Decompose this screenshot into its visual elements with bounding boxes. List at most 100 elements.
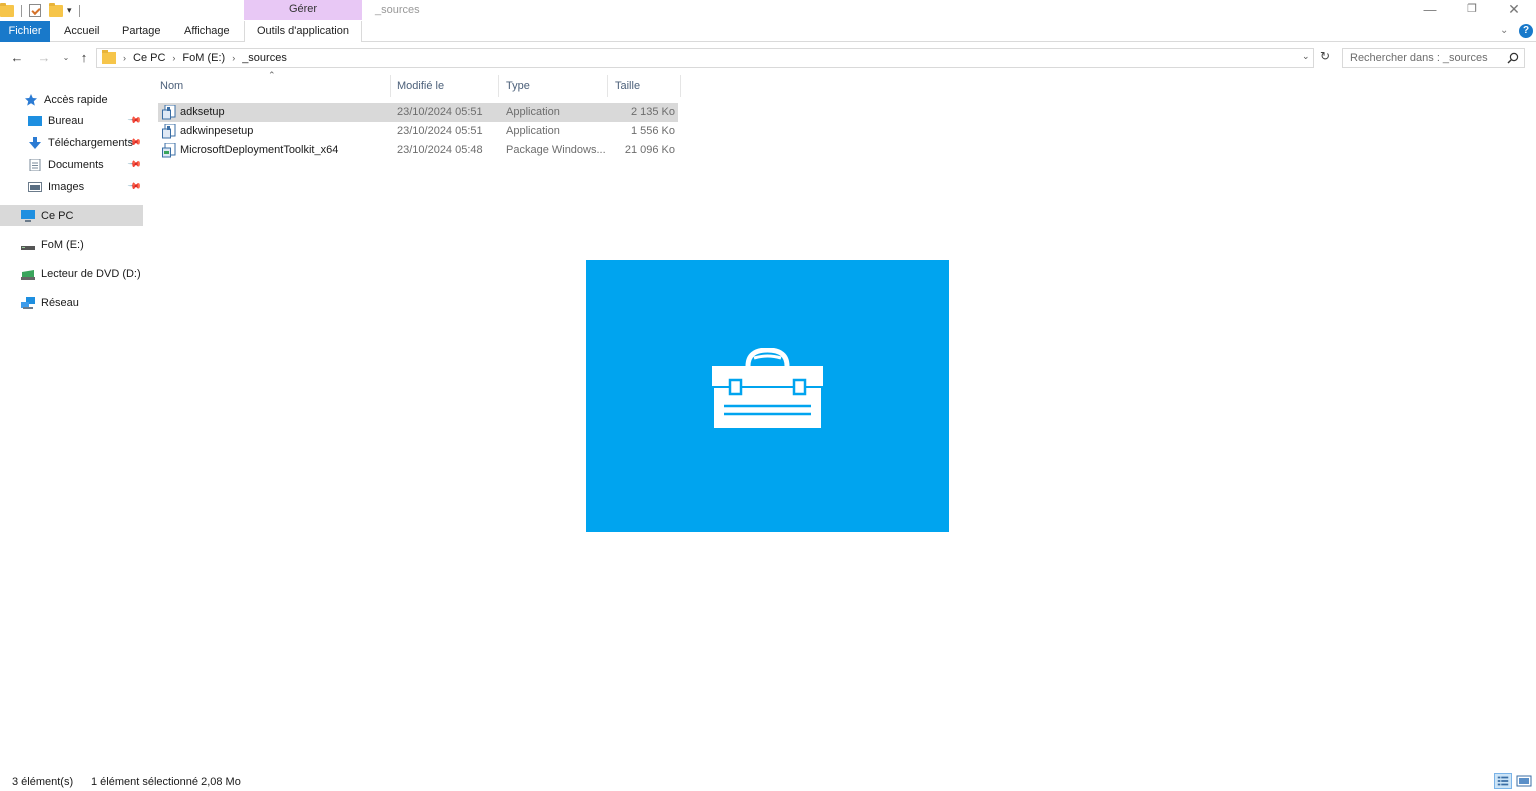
file-name-cell: MicrosoftDeploymentToolkit_x64 bbox=[162, 141, 338, 160]
file-size: 1 556 Ko bbox=[630, 125, 675, 137]
file-row[interactable]: MicrosoftDeploymentToolkit_x64 23/10/202… bbox=[158, 141, 678, 160]
toolbar-separator bbox=[21, 4, 22, 17]
column-size[interactable]: Taille bbox=[612, 75, 680, 97]
customize-toolbar-icon[interactable]: ▾ bbox=[67, 5, 72, 16]
toolbar-separator bbox=[78, 4, 80, 17]
nav-label: Documents bbox=[48, 158, 104, 171]
pin-icon[interactable]: 📌 bbox=[127, 113, 142, 129]
breadcrumb-sources[interactable]: _sources bbox=[242, 52, 287, 64]
pictures-icon bbox=[28, 181, 42, 192]
nav-label: Accès rapide bbox=[44, 93, 108, 106]
preview-pane bbox=[586, 260, 949, 532]
search-icon[interactable] bbox=[1507, 52, 1519, 64]
nav-label: Lecteur de DVD (D:) S bbox=[41, 267, 143, 280]
nav-pictures[interactable]: Images 📌 bbox=[0, 176, 143, 197]
refresh-icon[interactable]: ↻ bbox=[1318, 49, 1332, 65]
breadcrumb-this-pc[interactable]: Ce PC bbox=[133, 52, 165, 64]
file-name: MicrosoftDeploymentToolkit_x64 bbox=[180, 144, 339, 156]
nav-label: Réseau bbox=[41, 296, 79, 309]
item-count: 3 élément(s) bbox=[12, 776, 74, 788]
file-name: adkwinpesetup bbox=[180, 125, 254, 137]
column-name[interactable]: Nom bbox=[157, 75, 390, 97]
status-bar: 3 élément(s) 1 élément sélectionné 2,08 … bbox=[0, 772, 1536, 791]
file-modified: 23/10/2024 05:51 bbox=[397, 106, 483, 118]
contextual-group-manage: Gérer bbox=[244, 0, 362, 20]
tab-application-tools[interactable]: Outils d'application bbox=[244, 21, 362, 42]
nav-this-pc[interactable]: Ce PC bbox=[0, 205, 143, 226]
nav-dvd-drive[interactable]: Lecteur de DVD (D:) S bbox=[0, 263, 143, 284]
computer-icon bbox=[21, 209, 35, 222]
title-bar: ▾ Gérer _sources — ❐ ✕ bbox=[0, 0, 1536, 21]
installer-package-icon bbox=[162, 143, 176, 158]
column-type[interactable]: Type bbox=[503, 75, 607, 97]
expand-ribbon-icon[interactable]: ⌄ bbox=[1500, 25, 1508, 36]
file-row[interactable]: adkwinpesetup 23/10/2024 05:51 Applicati… bbox=[158, 122, 678, 141]
column-modified[interactable]: Modifié le bbox=[394, 75, 498, 97]
dvd-drive-icon bbox=[21, 269, 35, 280]
file-type: Package Windows... bbox=[506, 144, 606, 156]
tab-file[interactable]: Fichier bbox=[0, 21, 50, 42]
tab-home[interactable]: Accueil bbox=[64, 21, 99, 42]
up-arrow-icon[interactable]: ↑ bbox=[76, 48, 92, 68]
nav-label: Téléchargements bbox=[48, 136, 133, 149]
setup-app-icon bbox=[162, 105, 176, 120]
nav-network[interactable]: Réseau bbox=[0, 292, 143, 313]
new-folder-icon[interactable] bbox=[49, 2, 63, 17]
pin-icon[interactable]: 📌 bbox=[127, 157, 142, 173]
file-modified: 23/10/2024 05:51 bbox=[397, 125, 483, 137]
address-row: ← → ⌄ ↑ › Ce PC › FoM (E:) › _sources ⌄ … bbox=[0, 47, 1536, 69]
forward-arrow-icon[interactable]: → bbox=[36, 48, 52, 68]
network-icon bbox=[21, 296, 35, 309]
details-view-icon[interactable] bbox=[1494, 773, 1512, 789]
file-modified: 23/10/2024 05:48 bbox=[397, 144, 483, 156]
address-bar[interactable]: › Ce PC › FoM (E:) › _sources bbox=[96, 48, 1314, 68]
desktop-icon bbox=[28, 115, 42, 126]
breadcrumb-chevron-icon[interactable]: › bbox=[172, 53, 175, 63]
search-placeholder: Rechercher dans : _sources bbox=[1350, 52, 1488, 64]
file-name-cell: adkwinpesetup bbox=[162, 122, 253, 141]
restore-button[interactable]: ❐ bbox=[1452, 0, 1492, 21]
file-size: 2 135 Ko bbox=[630, 106, 675, 118]
breadcrumb-drive[interactable]: FoM (E:) bbox=[182, 52, 225, 64]
pin-icon[interactable]: 📌 bbox=[127, 179, 142, 195]
column-divider[interactable] bbox=[607, 75, 608, 97]
minimize-button[interactable]: — bbox=[1410, 0, 1450, 21]
tab-view[interactable]: Affichage bbox=[184, 21, 230, 42]
toolbox-icon bbox=[712, 348, 823, 428]
close-button[interactable]: ✕ bbox=[1494, 0, 1534, 21]
column-divider[interactable] bbox=[680, 75, 681, 97]
recent-locations-icon[interactable]: ⌄ bbox=[58, 48, 74, 68]
breadcrumb-chevron-icon[interactable]: › bbox=[232, 53, 235, 63]
column-divider[interactable] bbox=[498, 75, 499, 97]
nav-quick-access[interactable]: Accès rapide bbox=[0, 89, 143, 110]
search-input[interactable]: Rechercher dans : _sources bbox=[1342, 48, 1525, 68]
large-icons-view-icon[interactable] bbox=[1515, 773, 1533, 789]
nav-label: Ce PC bbox=[41, 209, 74, 222]
tab-share[interactable]: Partage bbox=[122, 21, 161, 42]
file-size: 21 096 Ko bbox=[624, 144, 675, 156]
quick-access-toolbar: ▾ bbox=[0, 2, 85, 19]
download-arrow-icon bbox=[29, 136, 41, 149]
nav-downloads[interactable]: Téléchargements 📌 bbox=[0, 132, 143, 153]
folder-icon[interactable] bbox=[0, 2, 14, 17]
nav-desktop[interactable]: Bureau 📌 bbox=[0, 110, 143, 131]
ribbon-tabs: Fichier Accueil Partage Affichage Outils… bbox=[0, 21, 1536, 42]
properties-icon[interactable] bbox=[29, 4, 41, 17]
document-icon bbox=[29, 158, 41, 171]
nav-documents[interactable]: Documents 📌 bbox=[0, 154, 143, 175]
folder-icon bbox=[102, 50, 116, 64]
nav-label: FoM (E:) bbox=[41, 238, 84, 251]
help-icon[interactable]: ? bbox=[1519, 24, 1533, 38]
setup-app-icon bbox=[162, 124, 176, 139]
back-arrow-icon[interactable]: ← bbox=[9, 48, 25, 68]
address-dropdown-icon[interactable]: ⌄ bbox=[1302, 51, 1310, 62]
nav-label: Bureau bbox=[48, 114, 84, 127]
file-type: Application bbox=[506, 106, 560, 118]
file-row[interactable]: adksetup 23/10/2024 05:51 Application 2 … bbox=[158, 103, 678, 122]
column-divider[interactable] bbox=[390, 75, 391, 97]
file-type: Application bbox=[506, 125, 560, 137]
breadcrumb-chevron-icon[interactable]: › bbox=[123, 53, 126, 63]
drive-icon bbox=[21, 245, 35, 250]
nav-drive-e[interactable]: FoM (E:) bbox=[0, 234, 143, 255]
nav-label: Images bbox=[48, 180, 85, 193]
